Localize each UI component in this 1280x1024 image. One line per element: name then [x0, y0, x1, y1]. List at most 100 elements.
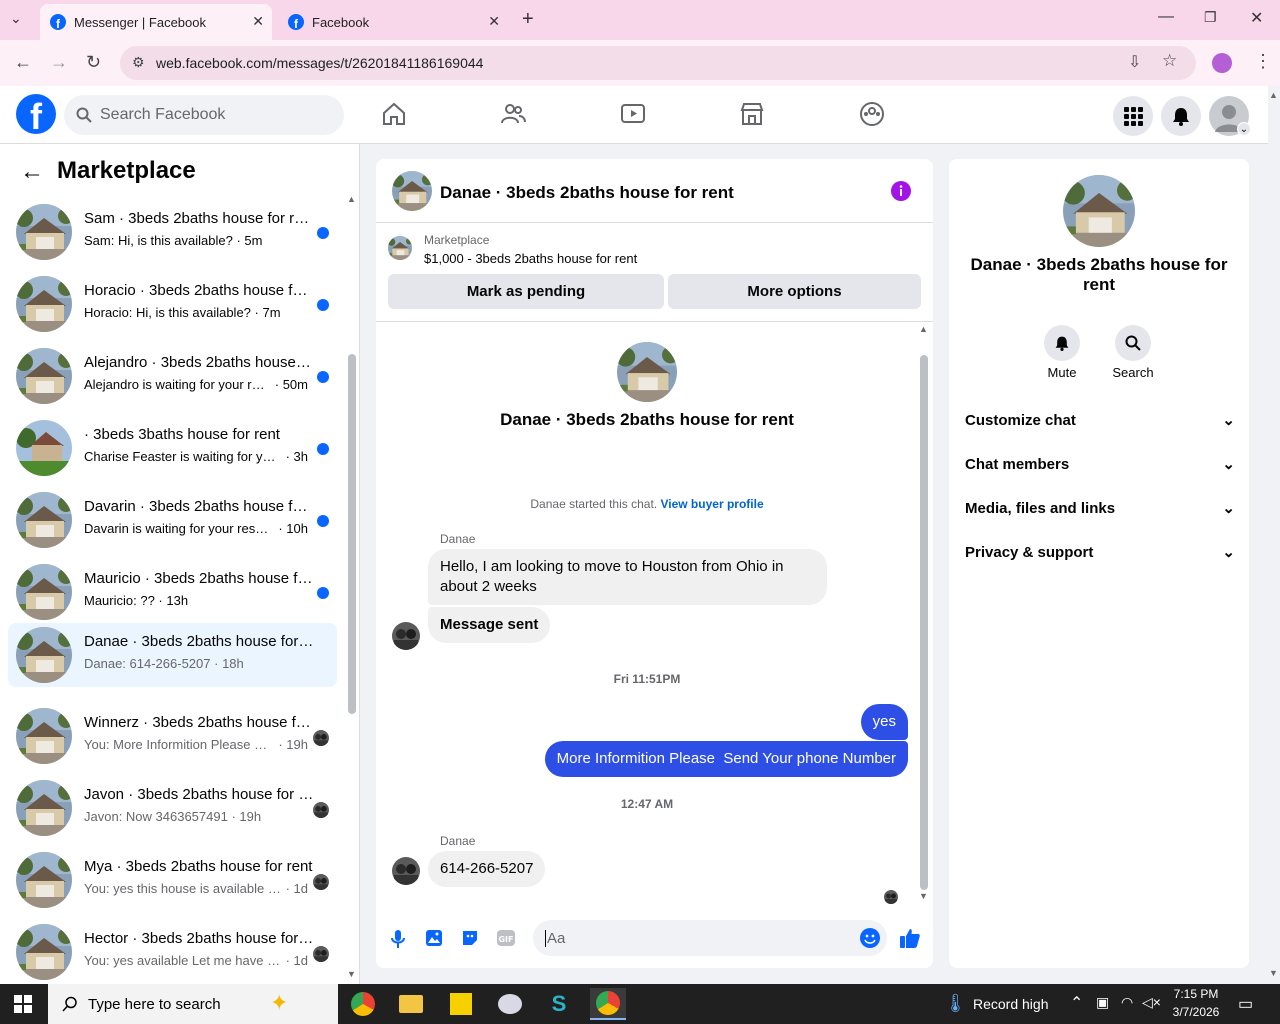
preview-text: Mauricio: ?? — [84, 593, 155, 608]
notifications-button[interactable] — [1161, 96, 1201, 136]
mark-as-pending-button[interactable]: Mark as pending — [388, 274, 664, 309]
file-explorer-icon[interactable] — [393, 988, 429, 1020]
system-tray-chevron-icon[interactable]: ⌃ — [1070, 993, 1083, 1013]
home-icon[interactable] — [380, 100, 408, 128]
page-scroll-down-icon[interactable]: ▼ — [1269, 968, 1278, 978]
video-icon[interactable] — [619, 100, 647, 128]
chrome-app-icon[interactable] — [345, 988, 381, 1020]
tab-search-icon[interactable]: ⌄ — [10, 10, 22, 27]
windows-start-icon[interactable] — [14, 995, 32, 1013]
back-arrow-icon[interactable]: ← — [20, 158, 44, 186]
message-composer: GIF Aa — [376, 914, 933, 962]
thumbs-up-icon[interactable] — [899, 927, 921, 949]
sticker-icon[interactable] — [461, 929, 479, 947]
weather-text[interactable]: Record high — [973, 996, 1049, 1012]
message-input[interactable]: Aa — [533, 920, 887, 956]
more-options-button[interactable]: More options — [668, 274, 921, 309]
minimize-icon[interactable]: — — [1158, 8, 1174, 26]
volume-muted-icon[interactable]: ◁× — [1142, 994, 1161, 1011]
close-tab-icon[interactable]: ✕ — [252, 13, 264, 30]
site-info-icon[interactable]: ⚙ — [132, 54, 145, 71]
forward-icon[interactable]: → — [50, 52, 68, 73]
restore-icon[interactable]: ❐ — [1204, 9, 1217, 26]
conversation-title: Javon · 3beds 2baths house for rent — [84, 786, 314, 803]
scroll-down-icon[interactable]: ▼ — [919, 891, 928, 901]
details-avatar[interactable] — [1063, 175, 1135, 247]
chat-scrollbar[interactable] — [920, 355, 928, 890]
preview-time: 18h — [222, 656, 244, 671]
customize-chat-row[interactable]: Customize chat ⌄ — [965, 408, 1235, 432]
privacy-support-row[interactable]: Privacy & support ⌄ — [965, 540, 1235, 564]
conversation-item[interactable]: Mya · 3beds 2baths house for rent You: ye… — [8, 848, 337, 912]
view-buyer-profile-link[interactable]: View buyer profile — [660, 497, 763, 511]
listing-title[interactable]: $1,000 - 3beds 2baths house for rent — [424, 251, 637, 266]
emoji-icon[interactable] — [860, 928, 880, 948]
page-scroll-up-icon[interactable]: ▲ — [1269, 90, 1278, 100]
message-bubble-outgoing[interactable]: More Informition Please Send Your phone … — [544, 741, 908, 777]
menu-kebab-icon[interactable]: ⋮ — [1254, 51, 1272, 72]
conversation-item[interactable]: Davarin · 3beds 2baths house for rent Dav… — [8, 488, 337, 552]
menu-grid-button[interactable] — [1113, 96, 1153, 136]
conversation-item[interactable]: Hector · 3beds 2baths house for rent You:… — [8, 920, 337, 984]
chat-members-row[interactable]: Chat members ⌄ — [965, 452, 1235, 476]
taskbar-search-box[interactable]: Type here to search ✦ — [48, 984, 338, 1024]
sender-avatar[interactable] — [392, 857, 420, 885]
listing-thumbnail[interactable] — [388, 236, 412, 260]
reload-icon[interactable]: ↻ — [86, 52, 101, 73]
back-icon[interactable]: ← — [14, 52, 32, 73]
marketplace-icon[interactable] — [738, 100, 766, 128]
chat-avatar[interactable] — [392, 171, 432, 211]
facebook-search-input[interactable]: Search Facebook — [64, 95, 344, 135]
mute-button[interactable] — [1044, 325, 1080, 361]
photo-icon[interactable] — [425, 929, 443, 947]
conversation-item[interactable]: · 3beds 3baths house for rent Charise Fea… — [8, 416, 337, 480]
close-window-icon[interactable]: ✕ — [1250, 8, 1263, 28]
facebook-logo-icon[interactable]: f — [16, 94, 56, 134]
account-button[interactable]: ⌄ — [1209, 96, 1251, 136]
message-bubble-incoming[interactable]: 614-266-5207 — [428, 851, 546, 887]
taskbar-date[interactable]: 3/7/2026 — [1166, 1005, 1226, 1019]
message-bubble-incoming[interactable]: Message sent — [428, 607, 551, 643]
tab-messenger[interactable]: f Messenger | Facebook ✕ — [40, 4, 272, 40]
conversation-item[interactable]: Javon · 3beds 2baths house for rent Javon… — [8, 776, 337, 840]
scroll-down-icon[interactable]: ▼ — [347, 969, 356, 979]
gif-icon[interactable]: GIF — [496, 929, 516, 947]
close-tab-icon[interactable]: ✕ — [488, 13, 500, 30]
conversation-item[interactable]: Sam · 3beds 2baths house for rent Sam: Hi… — [8, 200, 337, 264]
scroll-up-icon[interactable]: ▲ — [347, 194, 356, 204]
conversation-item[interactable]: Danae · 3beds 2baths house for rent Danae… — [8, 623, 337, 687]
conversation-item[interactable]: Alejandro · 3beds 2baths house for rent A… — [8, 344, 337, 408]
conversation-item[interactable]: Mauricio · 3beds 2baths house for rent Ma… — [8, 560, 337, 624]
paint-app-icon[interactable] — [492, 988, 528, 1020]
device-icon[interactable]: ▣ — [1096, 994, 1109, 1011]
scroll-up-icon[interactable]: ▲ — [919, 324, 928, 334]
info-icon[interactable] — [891, 181, 911, 201]
media-files-links-row[interactable]: Media, files and links ⌄ — [965, 496, 1235, 520]
groups-icon[interactable] — [858, 100, 886, 128]
surfshark-icon[interactable]: S — [541, 988, 577, 1020]
conversation-preview: Davarin is waiting for your response · 1… — [84, 521, 308, 536]
address-bar[interactable]: ⚙ web.facebook.com/messages/t/2620184118… — [120, 46, 1196, 80]
install-app-icon[interactable]: ⇩ — [1128, 52, 1141, 72]
url-text: web.facebook.com/messages/t/262018411861… — [156, 55, 484, 71]
friends-icon[interactable] — [499, 100, 527, 128]
sticky-notes-icon[interactable] — [443, 988, 479, 1020]
sidebar-scrollbar[interactable] — [348, 354, 356, 714]
new-tab-icon[interactable]: + — [522, 8, 534, 31]
tab-facebook[interactable]: f Facebook ✕ — [278, 4, 508, 40]
taskbar-time[interactable]: 7:15 PM — [1170, 987, 1222, 1001]
message-bubble-outgoing[interactable]: yes — [860, 704, 908, 740]
profile-avatar-icon[interactable] — [1212, 53, 1232, 73]
conversation-item[interactable]: Winnerz · 3beds 2baths house for rent You… — [8, 704, 337, 768]
sender-avatar[interactable] — [392, 622, 420, 650]
microphone-icon[interactable] — [390, 929, 406, 949]
bookmark-star-icon[interactable]: ☆ — [1162, 51, 1177, 71]
notification-center-icon[interactable]: ▭ — [1238, 994, 1253, 1014]
search-in-chat-button[interactable] — [1115, 325, 1151, 361]
wifi-icon[interactable]: ◠ — [1121, 994, 1133, 1011]
preview-text: You: yes this house is available if you … — [84, 881, 282, 896]
chrome-profile-app-icon[interactable] — [590, 988, 626, 1020]
chat-header-title[interactable]: Danae · 3beds 2baths house for rent — [440, 183, 734, 203]
conversation-item[interactable]: Horacio · 3beds 2baths house for rent Hor… — [8, 272, 337, 336]
message-bubble-incoming[interactable]: Hello, I am looking to move to Houston f… — [428, 549, 827, 605]
